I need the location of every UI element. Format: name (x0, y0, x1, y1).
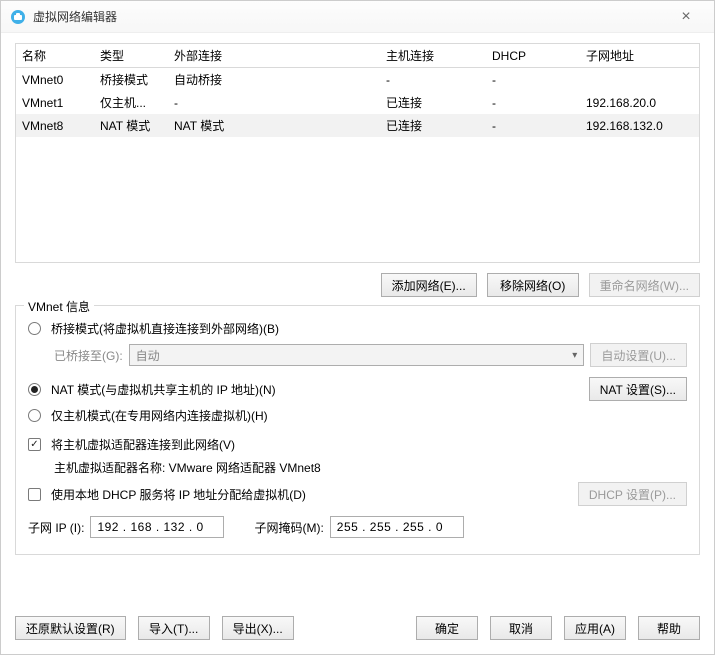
remove-network-button[interactable]: 移除网络(O) (487, 273, 579, 297)
bridge-mode-row[interactable]: 桥接模式(将虚拟机直接连接到外部网络)(B) (28, 320, 687, 337)
col-ext[interactable]: 外部连接 (168, 44, 380, 68)
virtual-network-editor-window: 虚拟网络编辑器 × 名称 类型 外部连接 主机连接 DHCP 子网地址 (0, 0, 715, 655)
export-button[interactable]: 导出(X)... (222, 616, 294, 640)
cell-host: 已连接 (380, 91, 486, 114)
radio-bridge[interactable] (28, 322, 41, 335)
table-row[interactable]: VMnet1 仅主机... - 已连接 - 192.168.20.0 (16, 91, 699, 114)
cell-type: 仅主机... (94, 91, 168, 114)
cell-subnet: 192.168.20.0 (580, 91, 699, 114)
close-icon[interactable]: × (666, 1, 706, 32)
host-adapter-check-label: 将主机虚拟适配器连接到此网络(V) (51, 436, 235, 453)
cell-ext: - (168, 91, 380, 114)
rename-network-button: 重命名网络(W)... (589, 273, 700, 297)
cancel-button[interactable]: 取消 (490, 616, 552, 640)
table-row[interactable]: VMnet0 桥接模式 自动桥接 - - (16, 68, 699, 92)
subnet-mask-input[interactable]: 255 . 255 . 255 . 0 (330, 516, 464, 538)
col-subnet[interactable]: 子网地址 (580, 44, 699, 68)
cell-subnet: 192.168.132.0 (580, 114, 699, 137)
table-row[interactable]: VMnet8 NAT 模式 NAT 模式 已连接 - 192.168.132.0 (16, 114, 699, 137)
window-title: 虚拟网络编辑器 (33, 8, 666, 25)
cell-subnet (580, 68, 699, 92)
bridged-to-select: 自动 ▾ (129, 344, 585, 366)
col-type[interactable]: 类型 (94, 44, 168, 68)
titlebar: 虚拟网络编辑器 × (1, 1, 714, 33)
subnet-ip-label: 子网 IP (I): (28, 519, 84, 536)
vmnet-info-group: VMnet 信息 桥接模式(将虚拟机直接连接到外部网络)(B) 已桥接至(G):… (15, 305, 700, 555)
cell-host: - (380, 68, 486, 92)
radio-hostonly[interactable] (28, 409, 41, 422)
cell-ext: 自动桥接 (168, 68, 380, 92)
subnet-ip-input[interactable]: 192 . 168 . 132 . 0 (90, 516, 224, 538)
checkbox-host-adapter[interactable]: ✓ (28, 438, 41, 451)
bridged-to-value: 自动 (136, 347, 160, 364)
bridge-mode-label: 桥接模式(将虚拟机直接连接到外部网络)(B) (51, 320, 279, 337)
bridged-to-row: 已桥接至(G): 自动 ▾ 自动设置(U)... (28, 343, 687, 367)
table-header-row[interactable]: 名称 类型 外部连接 主机连接 DHCP 子网地址 (16, 44, 699, 68)
bridged-to-label: 已桥接至(G): (54, 347, 123, 364)
cell-dhcp: - (486, 114, 580, 137)
cell-dhcp: - (486, 91, 580, 114)
dhcp-settings-button: DHCP 设置(P)... (578, 482, 687, 506)
help-button[interactable]: 帮助 (638, 616, 700, 640)
dialog-body: 名称 类型 外部连接 主机连接 DHCP 子网地址 VMnet0 桥接模式 自动… (1, 33, 714, 606)
hostonly-mode-label: 仅主机模式(在专用网络内连接虚拟机)(H) (51, 407, 268, 424)
checkbox-dhcp[interactable]: ✓ (28, 488, 41, 501)
chevron-down-icon: ▾ (572, 350, 577, 361)
group-legend: VMnet 信息 (24, 298, 94, 315)
subnet-mask-label: 子网掩码(M): (254, 519, 323, 536)
cell-type: 桥接模式 (94, 68, 168, 92)
cell-host: 已连接 (380, 114, 486, 137)
cell-ext: NAT 模式 (168, 114, 380, 137)
dhcp-check-label: 使用本地 DHCP 服务将 IP 地址分配给虚拟机(D) (51, 486, 306, 503)
host-adapter-name-row: 主机虚拟适配器名称: VMware 网络适配器 VMnet8 (28, 459, 687, 476)
host-adapter-check-row[interactable]: ✓ 将主机虚拟适配器连接到此网络(V) (28, 436, 687, 453)
restore-defaults-button[interactable]: 还原默认设置(R) (15, 616, 126, 640)
nat-settings-button[interactable]: NAT 设置(S)... (589, 377, 687, 401)
import-button[interactable]: 导入(T)... (138, 616, 210, 640)
nat-mode-label: NAT 模式(与虚拟机共享主机的 IP 地址)(N) (51, 381, 276, 398)
dhcp-check-row[interactable]: ✓ 使用本地 DHCP 服务将 IP 地址分配给虚拟机(D) DHCP 设置(P… (28, 482, 687, 506)
cell-type: NAT 模式 (94, 114, 168, 137)
cell-dhcp: - (486, 68, 580, 92)
app-icon (9, 8, 27, 26)
hostonly-mode-row[interactable]: 仅主机模式(在专用网络内连接虚拟机)(H) (28, 407, 687, 424)
subnet-row: 子网 IP (I): 192 . 168 . 132 . 0 子网掩码(M): … (28, 516, 687, 538)
nat-mode-row[interactable]: NAT 模式(与虚拟机共享主机的 IP 地址)(N) NAT 设置(S)... (28, 377, 687, 401)
network-buttons: 添加网络(E)... 移除网络(O) 重命名网络(W)... (15, 273, 700, 297)
host-adapter-name: 主机虚拟适配器名称: VMware 网络适配器 VMnet8 (54, 459, 321, 476)
cell-name: VMnet0 (16, 68, 94, 92)
cell-name: VMnet1 (16, 91, 94, 114)
col-host[interactable]: 主机连接 (380, 44, 486, 68)
auto-settings-button: 自动设置(U)... (590, 343, 687, 367)
apply-button[interactable]: 应用(A) (564, 616, 626, 640)
col-dhcp[interactable]: DHCP (486, 44, 580, 68)
col-name[interactable]: 名称 (16, 44, 94, 68)
ok-button[interactable]: 确定 (416, 616, 478, 640)
add-network-button[interactable]: 添加网络(E)... (381, 273, 477, 297)
radio-nat[interactable] (28, 383, 41, 396)
cell-name: VMnet8 (16, 114, 94, 137)
dialog-footer: 还原默认设置(R) 导入(T)... 导出(X)... 确定 取消 应用(A) … (1, 606, 714, 654)
network-table[interactable]: 名称 类型 外部连接 主机连接 DHCP 子网地址 VMnet0 桥接模式 自动… (15, 43, 700, 263)
